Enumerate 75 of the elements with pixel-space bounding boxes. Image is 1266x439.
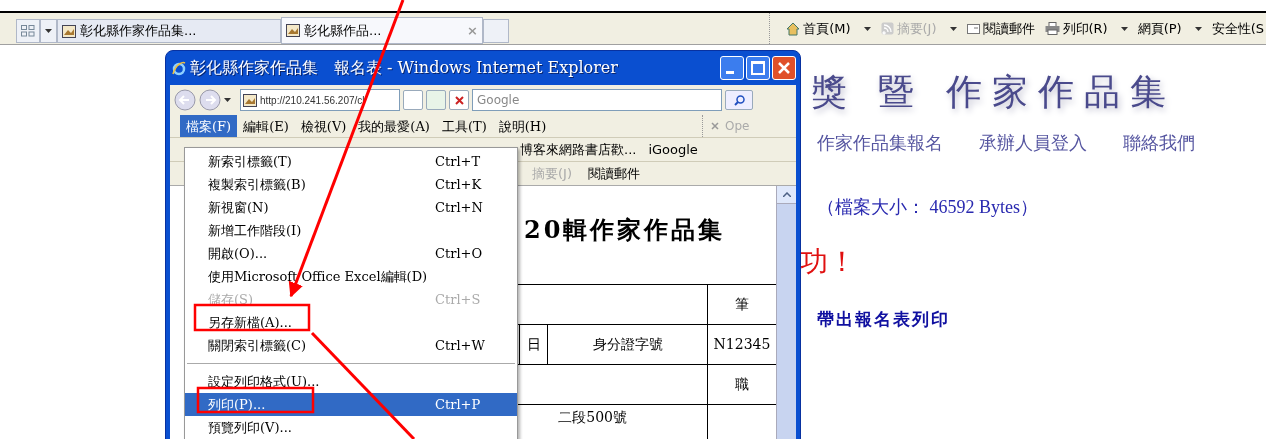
maximize-button[interactable] bbox=[746, 56, 770, 80]
menu-item[interactable]: 新增工作階段(I) bbox=[185, 219, 517, 242]
close-icon bbox=[711, 122, 719, 131]
menu-bar-item[interactable]: 編輯(E) bbox=[237, 115, 295, 138]
menu-bar-item[interactable]: 工具(T) bbox=[435, 115, 493, 138]
print-form-link[interactable]: 帶出報名表列印 bbox=[817, 307, 1266, 333]
banner-title: 獎 暨 作家作品集 bbox=[811, 70, 1177, 114]
caret-icon bbox=[1120, 26, 1128, 31]
caret-icon bbox=[863, 26, 871, 31]
tab-title: 彰化縣作家作品集... bbox=[80, 22, 197, 41]
forward-icon[interactable] bbox=[199, 89, 221, 112]
nav-link[interactable]: 聯絡我們 bbox=[1123, 129, 1195, 156]
success-message: 功！ bbox=[800, 244, 857, 280]
command-button[interactable]: 安全性(S bbox=[1211, 18, 1264, 39]
browser-tab[interactable]: 彰化縣作品... × bbox=[281, 17, 483, 44]
file-size-text: （檔案大小： 46592 Bytes） bbox=[817, 196, 1039, 219]
search-icon bbox=[733, 94, 745, 106]
menu-item[interactable]: 新索引標籤(T) Ctrl+T bbox=[185, 150, 517, 173]
scroll-up-icon bbox=[782, 192, 791, 197]
tab-title: 彰化縣作品... bbox=[304, 21, 382, 40]
grid-icon bbox=[21, 25, 35, 37]
menu-item[interactable]: 預覽列印(V)... bbox=[185, 416, 517, 439]
stop-button[interactable] bbox=[449, 90, 469, 111]
browser-tab[interactable]: 彰化縣作家作品集... bbox=[57, 19, 281, 43]
close-icon bbox=[778, 62, 790, 74]
stop-icon bbox=[454, 95, 464, 105]
table-cell-text: 筆 bbox=[734, 295, 750, 314]
table-cell: 日 bbox=[520, 325, 548, 364]
caret-icon bbox=[1194, 26, 1202, 31]
menu-bar-item[interactable]: 我的最愛(A) bbox=[352, 115, 436, 138]
toolbar-button[interactable] bbox=[403, 90, 423, 111]
ie-logo-icon bbox=[172, 60, 186, 76]
house-icon bbox=[786, 21, 801, 36]
close-button[interactable] bbox=[772, 56, 796, 80]
menu-item[interactable]: 開啟(O)... Ctrl+O bbox=[185, 242, 517, 265]
menu-bar-item[interactable]: 說明(H) bbox=[492, 115, 553, 138]
favorites-link[interactable]: 博客來網路書店歡... bbox=[520, 140, 637, 160]
feed-icon bbox=[880, 22, 894, 35]
command-button[interactable]: 閱讀郵件 bbox=[588, 163, 640, 184]
scrollbar[interactable] bbox=[776, 186, 796, 439]
caret-icon bbox=[224, 98, 231, 103]
page-icon bbox=[243, 93, 257, 107]
nav-link[interactable]: 承辦人員登入 bbox=[979, 129, 1087, 156]
menu-item[interactable]: 複製索引標籤(B) Ctrl+K bbox=[185, 173, 517, 196]
favorites-link[interactable]: iGoogle bbox=[648, 140, 698, 160]
command-button[interactable]: 列印(R) bbox=[1044, 18, 1128, 39]
search-field[interactable]: Google bbox=[472, 89, 722, 112]
tab-list-button[interactable] bbox=[40, 19, 57, 43]
menu-bar-item[interactable]: 檔案(F) bbox=[180, 115, 238, 138]
menu-item[interactable]: 使用Microsoft Office Excel編輯(D) bbox=[185, 265, 517, 288]
page-icon bbox=[286, 24, 300, 37]
table-cell: 身分證字號 bbox=[548, 325, 708, 364]
table-cell-text: 職 bbox=[734, 375, 750, 394]
command-button[interactable]: 首頁(M) bbox=[786, 18, 871, 39]
envelope-icon bbox=[966, 23, 980, 34]
caret-icon bbox=[45, 29, 52, 33]
table-cell-text: N12345 bbox=[712, 335, 772, 354]
caret-icon bbox=[949, 26, 957, 31]
printer-icon bbox=[1044, 22, 1060, 35]
new-tab-button[interactable] bbox=[483, 19, 509, 43]
menu-item[interactable]: 新視窗(N) Ctrl+N bbox=[185, 196, 517, 219]
menu-bar-item[interactable]: 檢視(V) bbox=[294, 115, 353, 138]
command-button[interactable]: 閱讀郵件 bbox=[966, 18, 1035, 39]
back-icon[interactable] bbox=[174, 89, 196, 112]
nav-link[interactable]: 作家作品集報名 bbox=[817, 129, 943, 156]
menu-item[interactable]: 關閉索引標籤(C) Ctrl+W bbox=[185, 334, 517, 357]
search-button[interactable] bbox=[725, 90, 753, 111]
minimize-button[interactable] bbox=[720, 56, 744, 80]
form-heading: 20輯作家作品集 bbox=[524, 214, 727, 246]
menu-item[interactable]: 列印(P)... Ctrl+P bbox=[185, 393, 517, 416]
command-button[interactable]: 網頁(P) bbox=[1137, 18, 1202, 39]
toolbar-label: Ope bbox=[725, 118, 750, 136]
menu-item[interactable]: 另存新檔(A)... bbox=[185, 311, 517, 334]
address-field[interactable]: http://210.241.56.207/cl bbox=[240, 89, 400, 112]
page-icon bbox=[62, 24, 76, 38]
